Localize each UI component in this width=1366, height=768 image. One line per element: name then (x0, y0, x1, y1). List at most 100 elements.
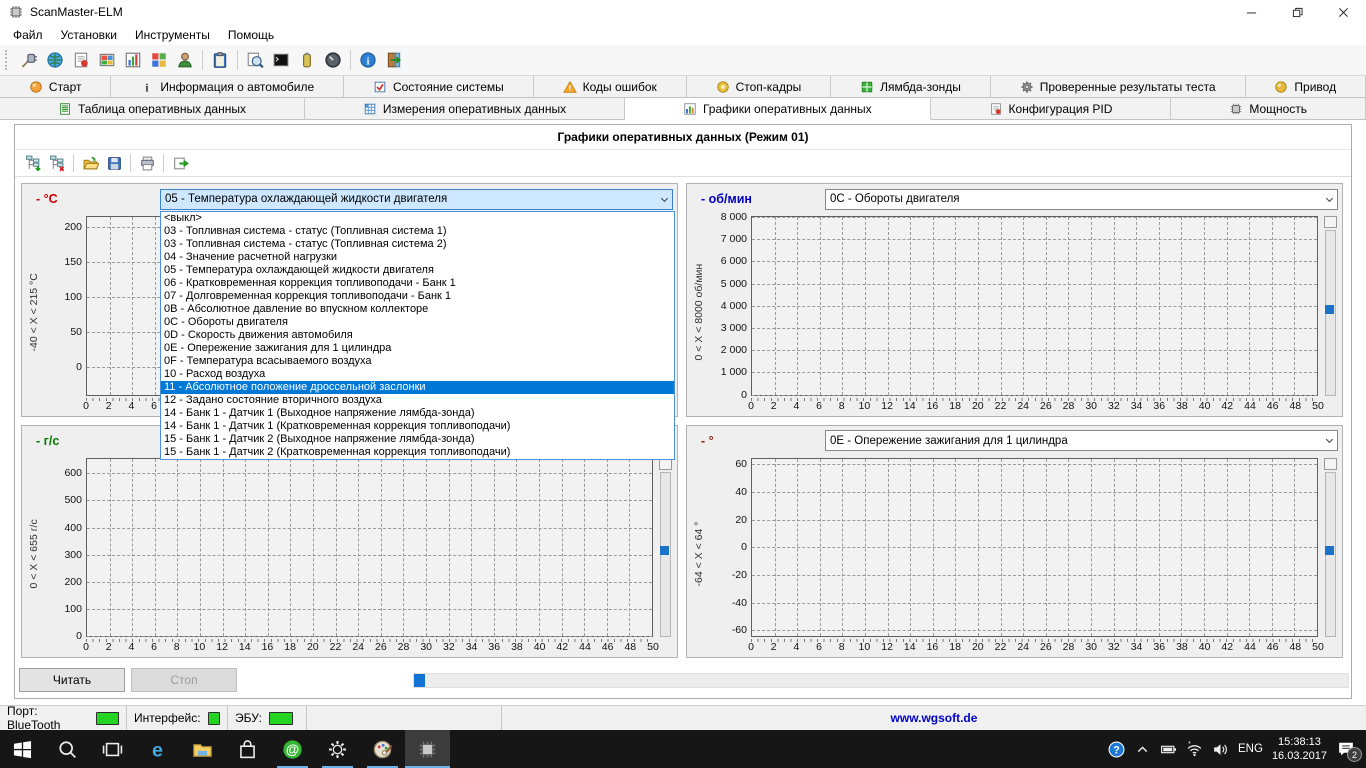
wifi-tray-icon[interactable]: * (1186, 741, 1203, 758)
tab-start[interactable]: Старт (0, 76, 111, 98)
tab-power[interactable]: Мощность (1171, 98, 1366, 120)
close-button[interactable] (1320, 0, 1366, 24)
tab-live-data-table[interactable]: Таблица оперативных данных (0, 98, 305, 120)
dropdown-item[interactable]: 11 - Абсолютное положение дроссельной за… (161, 381, 674, 394)
taskbar-settings-button[interactable] (315, 730, 360, 768)
dropdown-item[interactable]: 15 - Банк 1 - Датчик 2 (Кратковременная … (161, 446, 674, 459)
read-button[interactable]: Читать (19, 668, 125, 692)
toolbar-button-exit-icon[interactable] (381, 47, 407, 73)
task-view-button[interactable] (90, 730, 135, 768)
tab-lambda-sensors[interactable]: Лямбда-зонды (831, 76, 991, 98)
slider-track[interactable] (1325, 230, 1336, 396)
dropdown-item[interactable]: 04 - Значение расчетной нагрузки (161, 251, 674, 264)
tab-vehicle-info[interactable]: iИнформация о автомобиле (111, 76, 344, 98)
taskbar-edge-button[interactable]: e (135, 730, 180, 768)
slider-track[interactable] (660, 472, 671, 638)
dropdown-item[interactable]: 07 - Долговременная коррекция топливопод… (161, 290, 674, 303)
gridline-v (426, 459, 427, 637)
dropdown-item[interactable]: 14 - Банк 1 - Датчик 1 (Кратковременная … (161, 420, 674, 433)
dropdown-item[interactable]: 0D - Скорость движения автомобиля (161, 329, 674, 342)
battery-tray-icon[interactable] (1160, 741, 1177, 758)
help-tray-icon[interactable]: ? (1108, 741, 1125, 758)
dropdown-item[interactable]: 0C - Обороты двигателя (161, 316, 674, 329)
tab-pid-config[interactable]: Конфигурация PID (931, 98, 1172, 120)
graphs-toolbar-button-print-icon[interactable] (135, 152, 159, 174)
menu-help[interactable]: Помощь (219, 26, 283, 44)
toolbar-button-windows-flag-icon[interactable] (146, 47, 172, 73)
toolbar-button-connect-icon[interactable] (16, 47, 42, 73)
dropdown-item[interactable]: 03 - Топливная система - статус (Топливн… (161, 238, 674, 251)
website-link[interactable]: www.wgsoft.de (502, 706, 1366, 730)
dropdown-item[interactable]: 10 - Расход воздуха (161, 368, 674, 381)
toolbar-button-battery-device-icon[interactable] (294, 47, 320, 73)
volume-tray-icon[interactable] (1212, 741, 1229, 758)
chart-scroll-slider[interactable] (655, 455, 673, 654)
chart-scroll-slider[interactable] (1320, 213, 1338, 412)
slider-handle[interactable] (660, 546, 669, 555)
toolbar-button-user-icon[interactable] (172, 47, 198, 73)
tab-freeze-frames[interactable]: Стоп-кадры (687, 76, 832, 98)
language-indicator[interactable]: ENG (1238, 743, 1263, 755)
x-tick-label: 22 (995, 641, 1007, 653)
dropdown-item[interactable]: 0E - Опережение зажигания для 1 цилиндра (161, 342, 674, 355)
toolbar-button-terminal-icon[interactable] (268, 47, 294, 73)
menu-settings[interactable]: Установки (52, 26, 126, 44)
minimize-button[interactable] (1228, 0, 1274, 24)
dropdown-item[interactable]: 05 - Температура охлаждающей жидкости дв… (161, 264, 674, 277)
taskbar-store-button[interactable] (225, 730, 270, 768)
graphs-toolbar-button-open-icon[interactable] (78, 152, 102, 174)
dropdown-item[interactable]: 03 - Топливная система - статус (Топливн… (161, 225, 674, 238)
slider-handle[interactable] (1325, 305, 1334, 314)
taskbar-paint-button[interactable] (360, 730, 405, 768)
taskbar-explorer-button[interactable] (180, 730, 225, 768)
tab-system-status[interactable]: Состояние системы (344, 76, 534, 98)
toolbar-button-live-data-grid-icon[interactable] (94, 47, 120, 73)
slider-handle[interactable] (1325, 546, 1334, 555)
toolbar-button-search-log-icon[interactable] (242, 47, 268, 73)
pid-combobox-timing[interactable]: 0E - Опережение зажигания для 1 цилиндра (825, 430, 1338, 451)
graphs-toolbar-button-remove-graph-icon[interactable] (45, 152, 69, 174)
dropdown-item[interactable]: 06 - Кратковременная коррекция топливопо… (161, 277, 674, 290)
toolbar-drag-handle[interactable] (5, 50, 11, 70)
pid-combobox-coolant[interactable]: 05 - Температура охлаждающей жидкости дв… (160, 189, 673, 210)
graphs-toolbar-button-add-graph-icon[interactable] (21, 152, 45, 174)
dropdown-item[interactable]: <выкл> (161, 212, 674, 225)
dropdown-item[interactable]: 15 - Банк 1 - Датчик 2 (Выходное напряже… (161, 433, 674, 446)
start-button[interactable] (0, 730, 45, 768)
taskbar-scanmaster-button[interactable] (405, 730, 450, 768)
menu-file[interactable]: Файл (4, 26, 52, 44)
toolbar-button-clipboard-icon[interactable] (207, 47, 233, 73)
menu-tools[interactable]: Инструменты (126, 26, 219, 44)
tab-actuator[interactable]: Привод (1246, 76, 1366, 98)
windows-flag-icon (150, 51, 168, 69)
toolbar-button-gauge-icon[interactable] (320, 47, 346, 73)
tab-test-results[interactable]: Проверенные результаты теста (991, 76, 1246, 98)
slider-top-button[interactable] (1324, 458, 1337, 470)
dropdown-item[interactable]: 14 - Банк 1 - Датчик 1 (Выходное напряже… (161, 407, 674, 420)
toolbar-button-info-icon[interactable]: i (355, 47, 381, 73)
graphs-toolbar-button-export-icon[interactable] (168, 152, 192, 174)
tray-expand-chevron-icon[interactable] (1134, 741, 1151, 758)
action-center-icon[interactable]: 2 (1336, 739, 1356, 759)
gridline-h (87, 528, 652, 529)
stop-button[interactable]: Стоп (131, 668, 237, 692)
restore-button[interactable] (1274, 0, 1320, 24)
pid-combobox-value: 0C - Обороты двигателя (830, 193, 960, 205)
tab-live-data-measurements[interactable]: Измерения оперативных данных (305, 98, 625, 120)
toolbar-button-live-graphs-icon[interactable] (120, 47, 146, 73)
tab-live-data-graphs[interactable]: Графики оперативных данных (625, 98, 931, 120)
pid-combobox-rpm[interactable]: 0C - Обороты двигателя (825, 189, 1338, 210)
dropdown-item[interactable]: 0B - Абсолютное давление во впускном кол… (161, 303, 674, 316)
tab-error-codes[interactable]: Коды ошибок (534, 76, 687, 98)
toolbar-button-dtc-page-icon[interactable] (68, 47, 94, 73)
slider-track[interactable] (1325, 472, 1336, 638)
slider-top-button[interactable] (1324, 216, 1337, 228)
clock[interactable]: 15:38:13 16.03.2017 (1272, 735, 1327, 764)
toolbar-button-vehicle-info-globe-icon[interactable] (42, 47, 68, 73)
taskbar-search-button[interactable] (45, 730, 90, 768)
graphs-toolbar-button-save-icon[interactable] (102, 152, 126, 174)
dropdown-item[interactable]: 12 - Задано состояние вторичного воздуха (161, 394, 674, 407)
taskbar-mail-agent-button[interactable]: @ (270, 730, 315, 768)
chart-scroll-slider[interactable] (1320, 455, 1338, 654)
dropdown-item[interactable]: 0F - Температура всасываемого воздуха (161, 355, 674, 368)
